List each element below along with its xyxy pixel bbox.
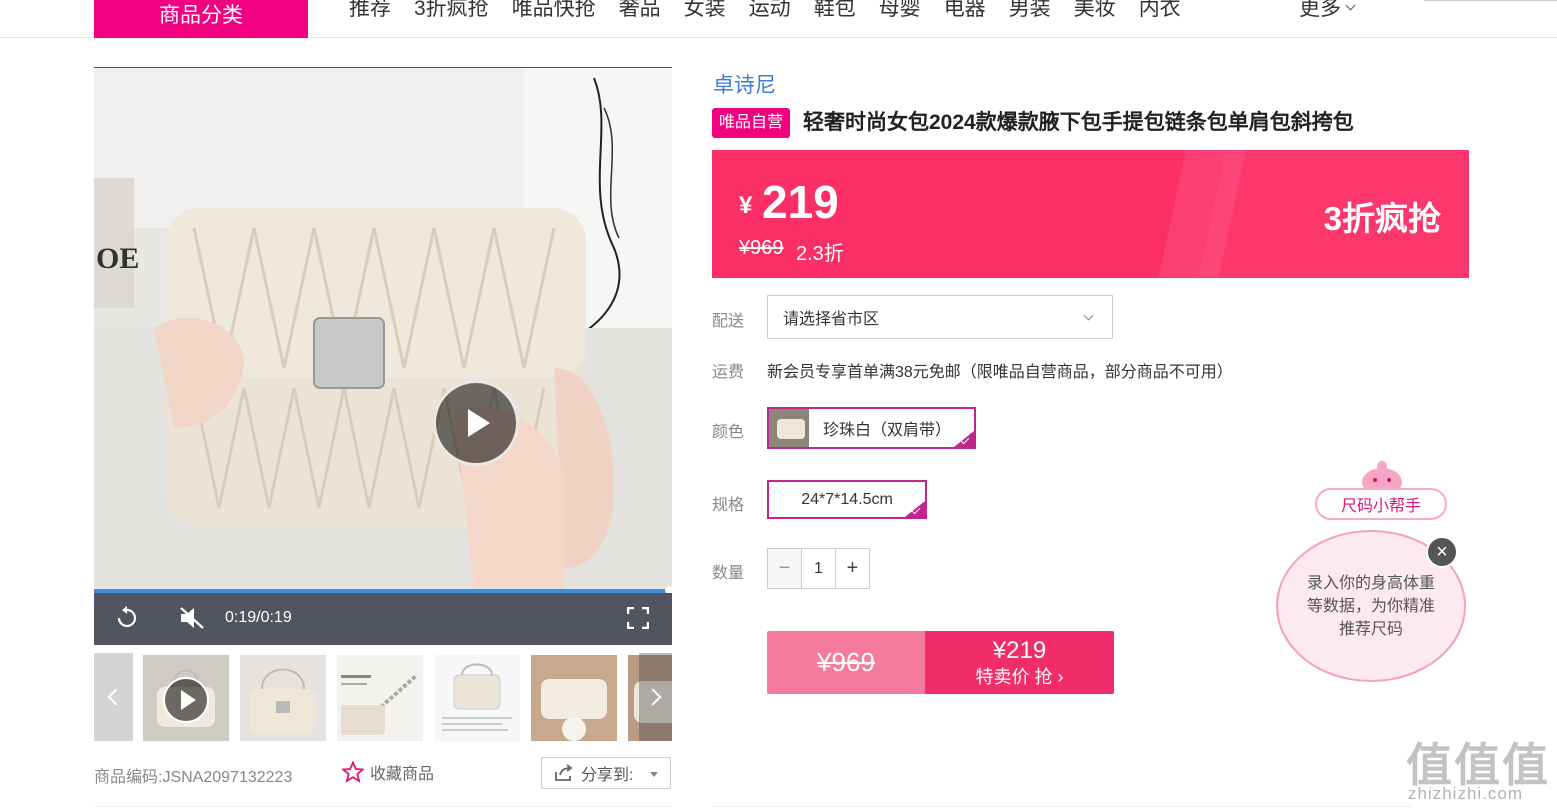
fullscreen-icon[interactable] — [627, 607, 649, 629]
spec-label: 规格 — [712, 497, 745, 514]
spec-option-label: 24*7*14.5cm — [801, 490, 893, 508]
watermark-url: zhizhizhi.com — [1408, 784, 1524, 803]
nav-item-women[interactable]: 女装 — [684, 0, 726, 38]
nav-item-beauty[interactable]: 美妆 — [1074, 0, 1116, 38]
share-button[interactable]: 分享到: — [541, 757, 671, 789]
spec-option-selected[interactable]: 24*7*14.5cm — [767, 480, 927, 519]
chevron-down-icon — [1083, 310, 1094, 321]
nav-item-baby[interactable]: 母婴 — [879, 0, 921, 38]
product-code: 商品编码:JSNA2097132223 — [94, 763, 292, 787]
thumbnail-video[interactable] — [143, 655, 229, 741]
selected-check-icon — [954, 431, 974, 447]
product-title: 轻奢时尚女包2024款爆款腋下包手提包链条包单肩包斜挎包 — [803, 111, 1354, 134]
quantity-decrease-button[interactable]: − — [768, 549, 801, 588]
nav-item-luxury[interactable]: 奢品 — [619, 0, 661, 38]
nav-item-appliances[interactable]: 电器 — [944, 0, 986, 38]
nav-item-sports[interactable]: 运动 — [749, 0, 791, 38]
discount-rate: 2.3折 — [796, 243, 844, 265]
nav-item-men[interactable]: 男装 — [1009, 0, 1051, 38]
promo-label: 3折疯抢 — [1323, 200, 1441, 237]
buy-original-price: ¥969 — [767, 631, 925, 694]
thumbnail-3[interactable] — [337, 655, 423, 741]
chevron-left-icon — [107, 688, 125, 706]
video-time: 0:19/0:19 — [225, 609, 292, 626]
mute-icon[interactable] — [178, 605, 206, 631]
product-code-label: 商品编码: — [94, 769, 163, 786]
thumbnail-5[interactable] — [531, 655, 617, 741]
play-icon — [180, 690, 196, 710]
quantity-increase-button[interactable]: + — [836, 549, 869, 588]
buy-button[interactable]: ¥969 ¥219 特卖价 抢 › — [767, 631, 1114, 694]
divider — [94, 806, 672, 807]
buy-now[interactable]: ¥219 特卖价 抢 › — [925, 631, 1114, 694]
nav-item-flash-30[interactable]: 3折疯抢 — [414, 0, 489, 38]
nav-item-shoes-bags[interactable]: 鞋包 — [814, 0, 856, 38]
brand-link[interactable]: 卓诗尼 — [713, 69, 776, 99]
quantity-label: 数量 — [712, 565, 745, 582]
original-price: ¥969 — [739, 237, 784, 259]
watermark: 值值值 zhizhizhi.com — [1406, 729, 1557, 803]
video-controls: 0:19/0:19 — [94, 593, 672, 645]
self-operated-badge: 唯品自营 — [712, 108, 791, 138]
thumbnail-4[interactable] — [434, 655, 520, 741]
color-option-selected[interactable]: 珍珠白（双肩带） — [767, 407, 976, 449]
nav-item-quick-grab[interactable]: 唯品快抢 — [512, 0, 596, 38]
nav-item-recommend[interactable]: 推荐 — [349, 0, 391, 38]
nav-more-label: 更多 — [1299, 0, 1341, 20]
category-button[interactable]: 商品分类 — [94, 0, 308, 38]
play-button[interactable] — [433, 380, 519, 466]
play-icon — [468, 409, 490, 437]
caret-down-icon — [650, 772, 658, 777]
size-helper-button[interactable]: 尺码小帮手 — [1315, 488, 1447, 520]
thumb-play-button[interactable] — [163, 677, 209, 723]
search-box-edge[interactable] — [1424, 0, 1557, 1]
color-option-label: 珍珠白（双肩带） — [823, 422, 952, 439]
size-helper-text: 录入你的身高体重等数据，为你精准推荐尺码 — [1306, 574, 1435, 638]
thumb-next-button[interactable] — [639, 653, 672, 741]
buy-price: ¥219 — [992, 636, 1047, 664]
quantity-value[interactable]: 1 — [801, 549, 836, 588]
nav-more[interactable]: 更多 — [1299, 0, 1356, 20]
close-icon[interactable]: × — [1426, 536, 1458, 568]
product-photo: OE — [94, 68, 672, 645]
top-nav: 商品分类 推荐 3折疯抢 唯品快抢 奢品 女装 运动 鞋包 母婴 电器 男装 美… — [0, 0, 1557, 38]
chevron-down-icon — [1345, 0, 1356, 10]
quantity-stepper: − 1 + — [767, 548, 870, 589]
region-select-value: 请选择省市区 — [783, 311, 880, 328]
share-icon — [555, 764, 573, 781]
product-video[interactable]: OE — [94, 67, 672, 645]
nav-items: 推荐 3折疯抢 唯品快抢 奢品 女装 运动 鞋包 母婴 电器 男装 美妆 内衣 — [349, 0, 1204, 38]
current-price: 219 — [762, 176, 839, 228]
color-swatch-image — [769, 409, 809, 447]
shipping-label: 运费 — [712, 364, 745, 381]
product-code-value: JSNA2097132223 — [162, 769, 293, 786]
selected-check-icon — [905, 501, 925, 517]
buy-action-label: 特卖价 抢 › — [975, 666, 1064, 687]
replay-icon[interactable] — [114, 605, 140, 631]
delivery-label: 配送 — [712, 313, 745, 330]
favorite-label: 收藏商品 — [370, 766, 435, 783]
divider — [712, 806, 1412, 807]
region-select[interactable]: 请选择省市区 — [767, 295, 1113, 339]
svg-text:OE: OE — [96, 242, 139, 275]
favorite-button[interactable]: 收藏商品 — [342, 760, 434, 784]
share-label: 分享到: — [581, 767, 634, 784]
nav-item-underwear[interactable]: 内衣 — [1139, 0, 1181, 38]
chevron-right-icon — [644, 688, 662, 706]
thumbnail-strip — [94, 653, 672, 741]
price-currency: ¥ — [739, 192, 753, 219]
color-label: 颜色 — [712, 424, 745, 441]
thumbnail-2[interactable] — [240, 655, 326, 741]
price-banner: ¥ 219 ¥969 2.3折 3折疯抢 — [712, 150, 1469, 278]
star-icon — [342, 761, 364, 783]
thumb-prev-button[interactable] — [94, 653, 133, 741]
shipping-info: 新会员专享首单满38元免邮（限唯品自营商品，部分商品不可用） — [767, 364, 1233, 381]
